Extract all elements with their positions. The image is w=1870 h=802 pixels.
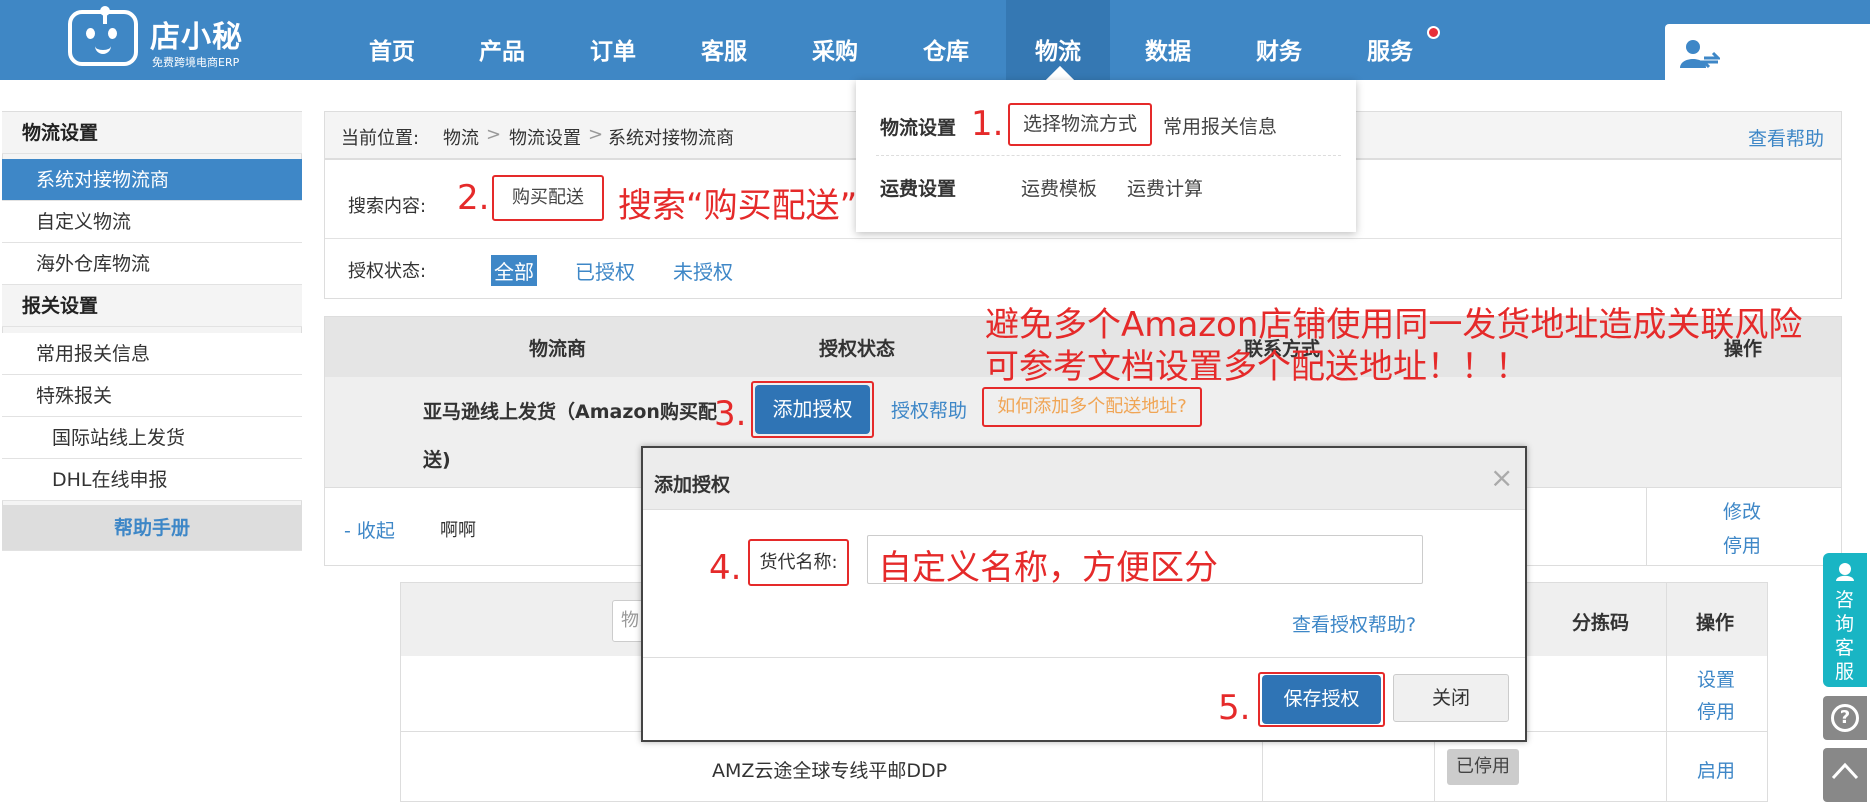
menu-item-choose-method[interactable]: 选择物流方式 [1008, 103, 1152, 146]
filter-unauthorized[interactable]: 未授权 [673, 256, 733, 285]
carrier-name-line1: 亚马逊线上发货（Amazon购买配 [423, 401, 717, 423]
consult-label: 咨询客服 [1835, 589, 1855, 683]
carrier-name-line2: 送) [423, 449, 451, 471]
column-header-carrier: 物流商 [529, 338, 587, 360]
breadcrumb-separator: > [588, 124, 604, 145]
divider [1646, 487, 1647, 565]
forwarder-name-label: 货代名称: [748, 539, 849, 586]
sidebar-item-system-carriers[interactable]: 系统对接物流商 [2, 159, 302, 201]
step-2-marker: 2. [457, 178, 490, 218]
column-header-auth-status: 授权状态 [819, 338, 896, 360]
warning-annotation-line2: 可参考文档设置多个配送地址！！！ [985, 347, 1529, 387]
search-input[interactable]: 购买配送 [492, 175, 604, 221]
search-hint-annotation: 搜索“购买配送” [618, 186, 858, 226]
divider [325, 238, 1841, 239]
step-4-marker: 4. [709, 548, 742, 588]
divider [1666, 583, 1667, 802]
status-badge: 已停用 [1447, 749, 1519, 785]
nav-products[interactable]: 产品 [462, 0, 542, 80]
close-icon[interactable]: × [1490, 461, 1513, 494]
step-5-marker: 5. [1218, 688, 1251, 728]
logo-title: 店小秘 [150, 20, 243, 55]
sidebar-item-special-customs[interactable]: 特殊报关 [2, 375, 302, 417]
sidebar-item-overseas-warehouse[interactable]: 海外仓库物流 [2, 243, 302, 285]
menu-item-freight-calc[interactable]: 运费计算 [1127, 174, 1203, 201]
dialog-header [643, 448, 1525, 510]
breadcrumb-current: 系统对接物流商 [608, 128, 734, 149]
step-3-marker: 3. [714, 394, 747, 434]
sidebar-section-customs: 报关设置 [2, 285, 302, 327]
nav-warehouse[interactable]: 仓库 [906, 0, 986, 80]
help-manual-button[interactable]: 帮助手册 [2, 505, 302, 551]
sidebar-item-custom-logistics[interactable]: 自定义物流 [2, 201, 302, 243]
nav-finance[interactable]: 财务 [1239, 0, 1319, 80]
search-label: 搜索内容: [348, 196, 427, 217]
dialog-title: 添加授权 [654, 474, 731, 496]
disable-link[interactable]: 停用 [1723, 531, 1761, 558]
forwarder-name-annotation: 自定义名称，方便区分 [878, 548, 1218, 588]
sidebar-section-logistics-settings: 物流设置 [2, 112, 302, 154]
method-name: AMZ云途全球专线平邮DDP [712, 760, 948, 782]
edit-link[interactable]: 修改 [1723, 497, 1761, 524]
enable-link[interactable]: 启用 [1697, 756, 1735, 783]
nav-purchasing[interactable]: 采购 [795, 0, 875, 80]
nav-customer-service[interactable]: 客服 [684, 0, 764, 80]
auth-help-link[interactable]: 查看授权帮助? [1292, 610, 1416, 637]
nav-home[interactable]: 首页 [352, 0, 432, 80]
breadcrumb-prefix: 当前位置: [341, 128, 420, 149]
sidebar-item-dhl-declaration[interactable]: DHL在线申报 [2, 459, 302, 501]
menu-item-customs-info[interactable]: 常用报关信息 [1163, 112, 1277, 139]
collapse-link[interactable]: - 收起 [344, 516, 395, 543]
logo[interactable]: 店小秘 免费跨境电商ERP [68, 2, 258, 72]
menu-item-freight-template[interactable]: 运费模板 [1021, 174, 1097, 201]
sidebar-item-customs-info[interactable]: 常用报关信息 [2, 333, 302, 375]
auth-filter-label: 授权状态: [348, 261, 427, 282]
user-icon[interactable] [1680, 38, 1720, 70]
nav-orders[interactable]: 订单 [573, 0, 653, 80]
setup-link[interactable]: 设置 [1697, 665, 1735, 692]
dropdown-section-logistics: 物流设置 [880, 117, 957, 139]
view-help-link[interactable]: 查看帮助 [1748, 124, 1824, 151]
step-1-marker: 1. [971, 104, 1004, 144]
sidebar-item-intl-station[interactable]: 国际站线上发货 [2, 417, 302, 459]
consult-service-button[interactable]: 咨询客服 [1823, 553, 1867, 687]
multi-address-help-link[interactable]: 如何添加多个配送地址? [982, 387, 1202, 427]
logo-subtitle: 免费跨境电商ERP [152, 56, 240, 69]
filter-authorized[interactable]: 已授权 [575, 256, 635, 285]
close-button[interactable]: 关闭 [1393, 674, 1509, 722]
breadcrumb-separator: > [486, 124, 502, 145]
filter-all[interactable]: 全部 [491, 255, 537, 286]
column-header-actions: 操作 [1696, 612, 1735, 634]
save-authorization-button[interactable]: 保存授权 [1262, 675, 1381, 724]
notification-dot [1427, 26, 1440, 39]
add-authorization-button[interactable]: 添加授权 [755, 385, 870, 434]
dropdown-section-freight: 运费设置 [880, 178, 957, 200]
divider [876, 155, 1341, 156]
headset-icon [1836, 563, 1854, 581]
breadcrumb-settings[interactable]: 物流设置 [509, 124, 581, 150]
breadcrumb-logistics[interactable]: 物流 [443, 124, 479, 150]
robot-logo-icon [68, 6, 138, 66]
column-header-sort-code: 分拣码 [1572, 612, 1630, 634]
back-to-top-icon[interactable] [1823, 748, 1867, 802]
question-icon[interactable]: ? [1823, 696, 1867, 740]
carrier-account-name: 啊啊 [440, 520, 476, 541]
nav-services[interactable]: 服务 [1350, 0, 1430, 80]
nav-data[interactable]: 数据 [1128, 0, 1208, 80]
auth-help-link[interactable]: 授权帮助 [891, 396, 967, 423]
disable-link[interactable]: 停用 [1697, 697, 1735, 724]
